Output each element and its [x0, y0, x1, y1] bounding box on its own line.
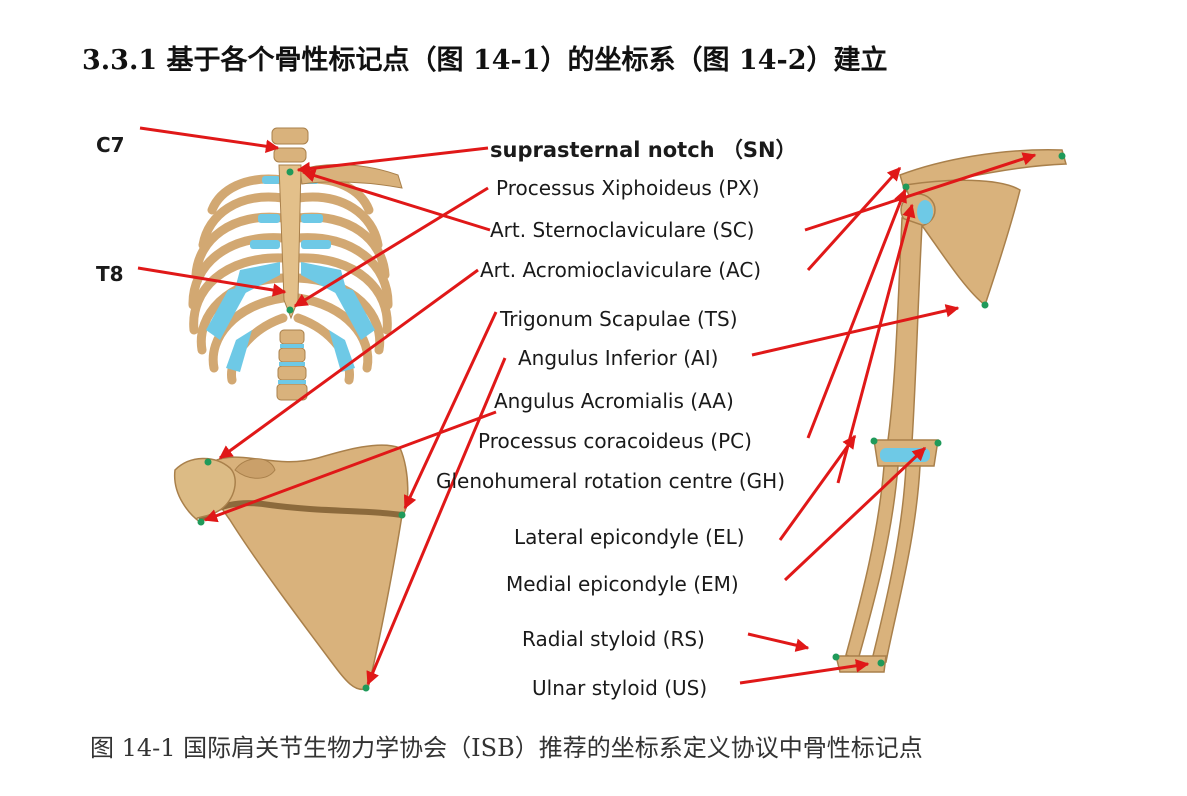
label-processus-xiphoideus: Processus Xiphoideus (PX): [496, 176, 760, 200]
label-lateral-epicondyle: Lateral epicondyle (EL): [514, 525, 745, 549]
label-acromioclaviculare: Art. Acromioclaviculare (AC): [480, 258, 762, 282]
label-sternoclaviculare: Art. Sternoclaviculare (SC): [490, 218, 755, 242]
arm-illustration: [832, 149, 1067, 673]
label-ulnar-styloid: Ulnar styloid (US): [532, 676, 708, 700]
figure-caption: 图 14-1 国际肩关节生物力学协会（ISB）推荐的坐标系定义协议中骨性标记点: [90, 734, 923, 762]
label-medial-epicondyle: Medial epicondyle (EM): [506, 572, 739, 596]
label-suprasternal-notch: suprasternal notch （SN）: [490, 138, 797, 162]
label-processus-coracoideus: Processus coracoideus (PC): [478, 429, 752, 453]
label-trigonum-scapulae: Trigonum Scapulae (TS): [500, 307, 738, 331]
label-radial-styloid: Radial styloid (RS): [522, 627, 705, 651]
label-glenohumeral-centre: Glenohumeral rotation centre (GH): [436, 469, 785, 493]
t8-label: T8: [96, 262, 124, 286]
label-angulus-inferior: Angulus Inferior (AI): [518, 346, 719, 370]
thorax-illustration: [188, 127, 403, 401]
scapula-illustration: [173, 444, 409, 692]
label-angulus-acromialis: Angulus Acromialis (AA): [494, 389, 734, 413]
c7-label: C7: [96, 133, 125, 157]
